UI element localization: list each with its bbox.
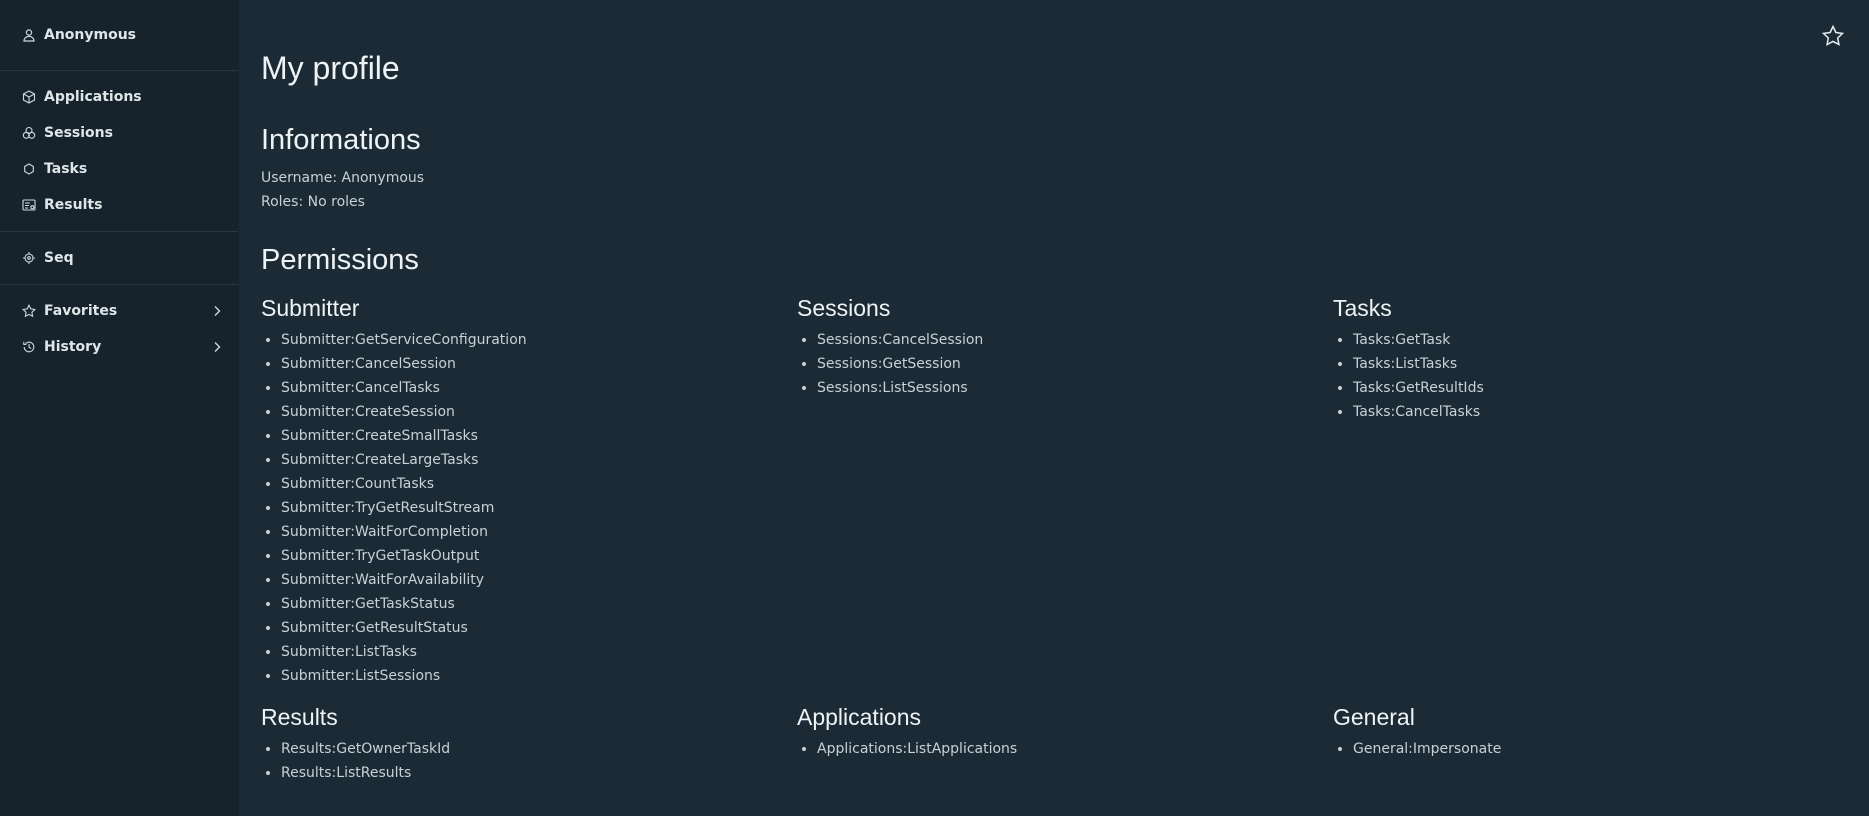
user-icon (22, 28, 36, 42)
page-title: My profile (261, 50, 400, 86)
sidebar-seq-section: Seq (0, 232, 238, 285)
list-item: Submitter:CreateLargeTasks (281, 448, 781, 472)
permission-list: Tasks:GetTask Tasks:ListTasks Tasks:GetR… (1333, 328, 1853, 424)
chevron-right-icon (210, 304, 224, 318)
package-icon (22, 90, 36, 104)
list-item: General:Impersonate (1353, 737, 1853, 761)
sidebar-item-seq[interactable]: Seq (0, 240, 238, 276)
group-title: Results (261, 704, 338, 730)
circles-icon (22, 126, 36, 140)
group-title: Tasks (1333, 295, 1392, 321)
group-title: Submitter (261, 295, 360, 321)
permissions-heading: Permissions (261, 244, 419, 276)
list-item: Tasks:ListTasks (1353, 352, 1853, 376)
list-item: Tasks:GetResultIds (1353, 376, 1853, 400)
sidebar-item-tasks[interactable]: Tasks (0, 151, 238, 187)
permission-group-sessions: Sessions Sessions:CancelSession Sessions… (797, 294, 1317, 400)
list-item: Submitter:GetTaskStatus (281, 592, 781, 616)
history-icon (22, 340, 36, 354)
sidebar-item-history[interactable]: History (0, 329, 238, 365)
list-item: Submitter:WaitForCompletion (281, 520, 781, 544)
sidebar-item-favorites[interactable]: Favorites (0, 293, 238, 329)
list-item: Results:GetOwnerTaskId (281, 737, 781, 761)
sidebar-item-user[interactable]: Anonymous (0, 17, 238, 53)
roles-line: Roles: No roles (261, 194, 365, 210)
chevron-right-icon (210, 340, 224, 354)
list-item: Submitter:TryGetTaskOutput (281, 544, 781, 568)
list-item: Submitter:GetServiceConfiguration (281, 328, 781, 352)
list-item: Submitter:CreateSession (281, 400, 781, 424)
list-item: Submitter:GetResultStatus (281, 616, 781, 640)
list-item: Submitter:CreateSmallTasks (281, 424, 781, 448)
username-line: Username: Anonymous (261, 170, 425, 186)
sidebar-item-label: Applications (44, 89, 142, 105)
permission-group-general: General General:Impersonate (1333, 703, 1853, 761)
group-title: General (1333, 704, 1415, 730)
list-item: Sessions:CancelSession (817, 328, 1317, 352)
list-item: Submitter:CancelTasks (281, 376, 781, 400)
sidebar: Anonymous Applications Sessions Tasks Re… (0, 0, 239, 816)
list-item: Results:ListResults (281, 761, 781, 785)
list-item: Submitter:WaitForAvailability (281, 568, 781, 592)
permission-list: General:Impersonate (1333, 737, 1853, 761)
list-item: Sessions:ListSessions (817, 376, 1317, 400)
sidebar-item-results[interactable]: Results (0, 187, 238, 223)
permission-group-applications: Applications Applications:ListApplicatio… (797, 703, 1317, 761)
permission-group-results: Results Results:GetOwnerTaskId Results:L… (261, 703, 781, 785)
permission-list: Results:GetOwnerTaskId Results:ListResul… (261, 737, 781, 785)
list-item: Tasks:GetTask (1353, 328, 1853, 352)
permission-list: Applications:ListApplications (797, 737, 1317, 761)
permission-group-tasks: Tasks Tasks:GetTask Tasks:ListTasks Task… (1333, 294, 1853, 424)
list-item: Tasks:CancelTasks (1353, 400, 1853, 424)
sidebar-item-label: Anonymous (44, 27, 137, 43)
hexagon-icon (22, 162, 36, 176)
group-title: Applications (797, 704, 922, 730)
list-item: Sessions:GetSession (817, 352, 1317, 376)
sidebar-item-label: History (44, 339, 102, 355)
permission-list: Sessions:CancelSession Sessions:GetSessi… (797, 328, 1317, 400)
sidebar-item-sessions[interactable]: Sessions (0, 115, 238, 151)
sidebar-item-label: Sessions (44, 125, 113, 141)
favorite-star-icon[interactable] (1821, 24, 1845, 48)
sidebar-item-label: Favorites (44, 303, 118, 319)
permission-list: Submitter:GetServiceConfiguration Submit… (261, 328, 781, 688)
list-item: Submitter:ListTasks (281, 640, 781, 664)
permission-group-submitter: Submitter Submitter:GetServiceConfigurat… (261, 294, 781, 688)
list-item: Submitter:CancelSession (281, 352, 781, 376)
sidebar-item-applications[interactable]: Applications (0, 79, 238, 115)
informations-heading: Informations (261, 124, 421, 156)
sidebar-item-label: Results (44, 197, 103, 213)
list-item: Submitter:TryGetResultStream (281, 496, 781, 520)
star-icon (22, 304, 36, 318)
target-icon (22, 251, 36, 265)
sidebar-favorites-section: Favorites History (0, 285, 238, 373)
results-icon (22, 198, 36, 212)
group-title: Sessions (797, 295, 891, 321)
list-item: Applications:ListApplications (817, 737, 1317, 761)
sidebar-user-section: Anonymous (0, 0, 238, 71)
list-item: Submitter:ListSessions (281, 664, 781, 688)
sidebar-item-label: Seq (44, 250, 74, 266)
sidebar-nav-section: Applications Sessions Tasks Results (0, 71, 238, 232)
sidebar-item-label: Tasks (44, 161, 88, 177)
list-item: Submitter:CountTasks (281, 472, 781, 496)
